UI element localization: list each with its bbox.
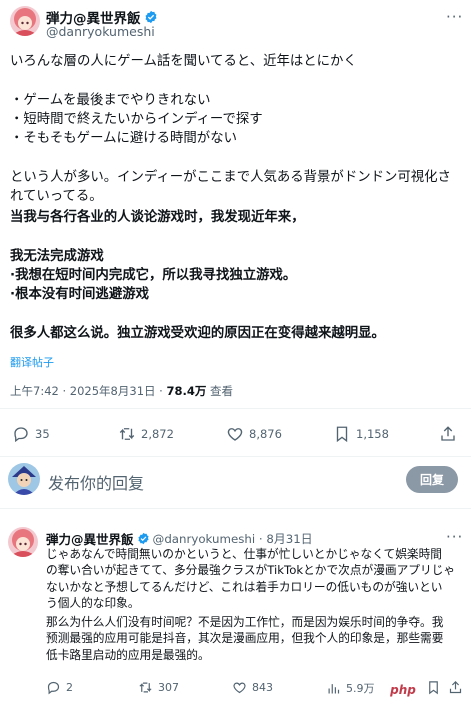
reply-translated-line: 那么为什么人们没有时间呢？不是因为工作忙，而是因为娱乐时间的争夺。我 bbox=[46, 615, 444, 629]
author-handle[interactable]: @danryokumeshi bbox=[46, 24, 155, 39]
reply-translated-line: 低卡路里启动的应用是最强的。 bbox=[46, 647, 210, 662]
bookmark-count: 1,158 bbox=[356, 427, 389, 441]
tweet-text-line: ・短時間で終えたいからインディーで探す bbox=[10, 111, 263, 127]
reply-handle-date[interactable]: @danryokumeshi · 8月31日 bbox=[153, 530, 313, 547]
share-action[interactable] bbox=[439, 425, 457, 443]
translated-text-line bbox=[10, 227, 385, 246]
like-count: 8,876 bbox=[249, 427, 282, 441]
share-icon bbox=[449, 681, 462, 694]
verified-badge-icon bbox=[145, 10, 156, 24]
more-options-icon[interactable]: ··· bbox=[446, 8, 463, 26]
translated-text-line: ·根本没有时间逃避游戏 bbox=[10, 287, 149, 303]
reply-reply-action[interactable]: 2 bbox=[46, 680, 73, 695]
tweet-text-line bbox=[10, 71, 451, 90]
bookmark-action[interactable]: 1,158 bbox=[333, 425, 389, 443]
tweet-time: 上午7:42 · 2025年8月31日 · bbox=[10, 384, 167, 398]
user-avatar[interactable] bbox=[8, 463, 40, 495]
reply-icon bbox=[47, 681, 60, 695]
reply-text-line: じゃあなんで時間無いのかというと、仕事が忙しいとかじゃなくて娯楽時間 bbox=[46, 547, 442, 561]
tweet-original-text: いろんな層の人にゲーム話を聞いてると、近年はとにかく ・ゲームを最後までやりきれ… bbox=[10, 52, 451, 206]
reply-share-action[interactable] bbox=[448, 680, 463, 699]
divider bbox=[0, 408, 471, 409]
php-watermark: php bbox=[387, 680, 419, 700]
verified-badge-icon bbox=[137, 532, 149, 545]
retweet-icon bbox=[139, 682, 152, 693]
reply-reply-count: 2 bbox=[66, 681, 73, 694]
tweet-text-line: れていってる。 bbox=[10, 189, 103, 205]
translate-post-link[interactable]: 翻译帖子 bbox=[10, 354, 54, 370]
avatar-image bbox=[10, 6, 40, 36]
reply-author-avatar[interactable] bbox=[8, 527, 38, 557]
bookmark-icon bbox=[336, 426, 348, 443]
reply-translated-line: 预测最强的应用可能是抖音，其次是漫画应用，但我个人的印象是，那些需要 bbox=[46, 631, 444, 646]
reply-action[interactable]: 35 bbox=[12, 425, 50, 443]
tweet-text-line: いろんな層の人にゲーム話を聞いてると、近年はとにかく bbox=[10, 54, 357, 69]
reply-like-count: 843 bbox=[252, 681, 273, 694]
bookmark-icon bbox=[429, 681, 438, 695]
tweet-timestamp[interactable]: 上午7:42 · 2025年8月31日 · 78.4万 查看 bbox=[10, 383, 233, 399]
reply-text-line: の奪い合いが起きてて、多分最強クラスがTikTokとかで次点が漫画アプリじゃ bbox=[46, 563, 456, 578]
retweet-action[interactable]: 2,872 bbox=[118, 425, 174, 443]
reply-retweet-count: 307 bbox=[158, 681, 179, 694]
user-avatar-image bbox=[8, 463, 40, 495]
author-avatar[interactable] bbox=[10, 6, 40, 36]
share-icon bbox=[441, 426, 455, 441]
reply-count: 35 bbox=[35, 427, 50, 441]
translated-text-line: 很多人都这么说。独立游戏受欢迎的原因正在变得越来越明显。 bbox=[10, 325, 385, 341]
reply-button[interactable]: 回复 bbox=[406, 466, 458, 493]
tweet-text-line bbox=[10, 148, 451, 167]
reply-views-count: 5.9万 bbox=[346, 682, 375, 695]
reply-more-options-icon[interactable]: ··· bbox=[446, 528, 463, 546]
divider bbox=[0, 456, 471, 457]
like-action[interactable]: 8,876 bbox=[226, 425, 282, 443]
reply-retweet-action[interactable]: 307 bbox=[138, 680, 179, 695]
tweet-translated-text: 当我与各行各业的人谈论游戏时，我发现近年来， 我无法完成游戏 ·我想在短时间内完成… bbox=[10, 208, 385, 343]
retweet-count: 2,872 bbox=[141, 427, 174, 441]
heart-icon bbox=[233, 682, 246, 694]
translated-text-line: ·我想在短时间内完成它，所以我寻找独立游戏。 bbox=[10, 267, 297, 283]
tweet-text-line: という人が多い。インディーがここまで人気ある背景がドンドン可視化さ bbox=[10, 169, 451, 185]
reply-avatar-image bbox=[8, 527, 38, 557]
reply-compose-input[interactable]: 发布你的回复 bbox=[48, 470, 144, 494]
reply-icon bbox=[14, 427, 28, 443]
reply-views-action[interactable]: 5.9万 bbox=[326, 680, 375, 696]
tweet-text-line: ・そもそもゲームに避ける時間がない bbox=[10, 131, 237, 147]
divider bbox=[0, 508, 471, 509]
reply-like-action[interactable]: 843 bbox=[232, 680, 273, 695]
translated-text-line: 当我与各行各业的人谈论游戏时，我发现近年来， bbox=[10, 210, 305, 225]
reply-text-line: う個人的な印象。 bbox=[46, 596, 140, 611]
retweet-icon bbox=[119, 428, 135, 440]
reply-original-text: じゃあなんで時間無いのかというと、仕事が忙しいとかじゃなくて娯楽時間 の奪い合いが… bbox=[46, 546, 455, 612]
reply-translated-text: 那么为什么人们没有时间呢？不是因为工作忙，而是因为娱乐时间的争夺。我 预测最强的应… bbox=[46, 614, 443, 663]
tweet-views-label: 查看 bbox=[206, 384, 234, 398]
heart-icon bbox=[227, 428, 243, 441]
reply-text-line: ないかなと予想してるんだけど、これは着手カロリーの低いものが強いとい bbox=[46, 579, 443, 594]
tweet-views-count: 78.4万 bbox=[166, 384, 207, 398]
reply-bookmark-action[interactable] bbox=[426, 680, 441, 699]
tweet-text-line: ・ゲームを最後までやりきれない bbox=[10, 92, 211, 108]
translated-text-line bbox=[10, 304, 385, 323]
views-chart-icon bbox=[328, 683, 340, 693]
translated-text-line: 我无法完成游戏 bbox=[10, 248, 104, 264]
